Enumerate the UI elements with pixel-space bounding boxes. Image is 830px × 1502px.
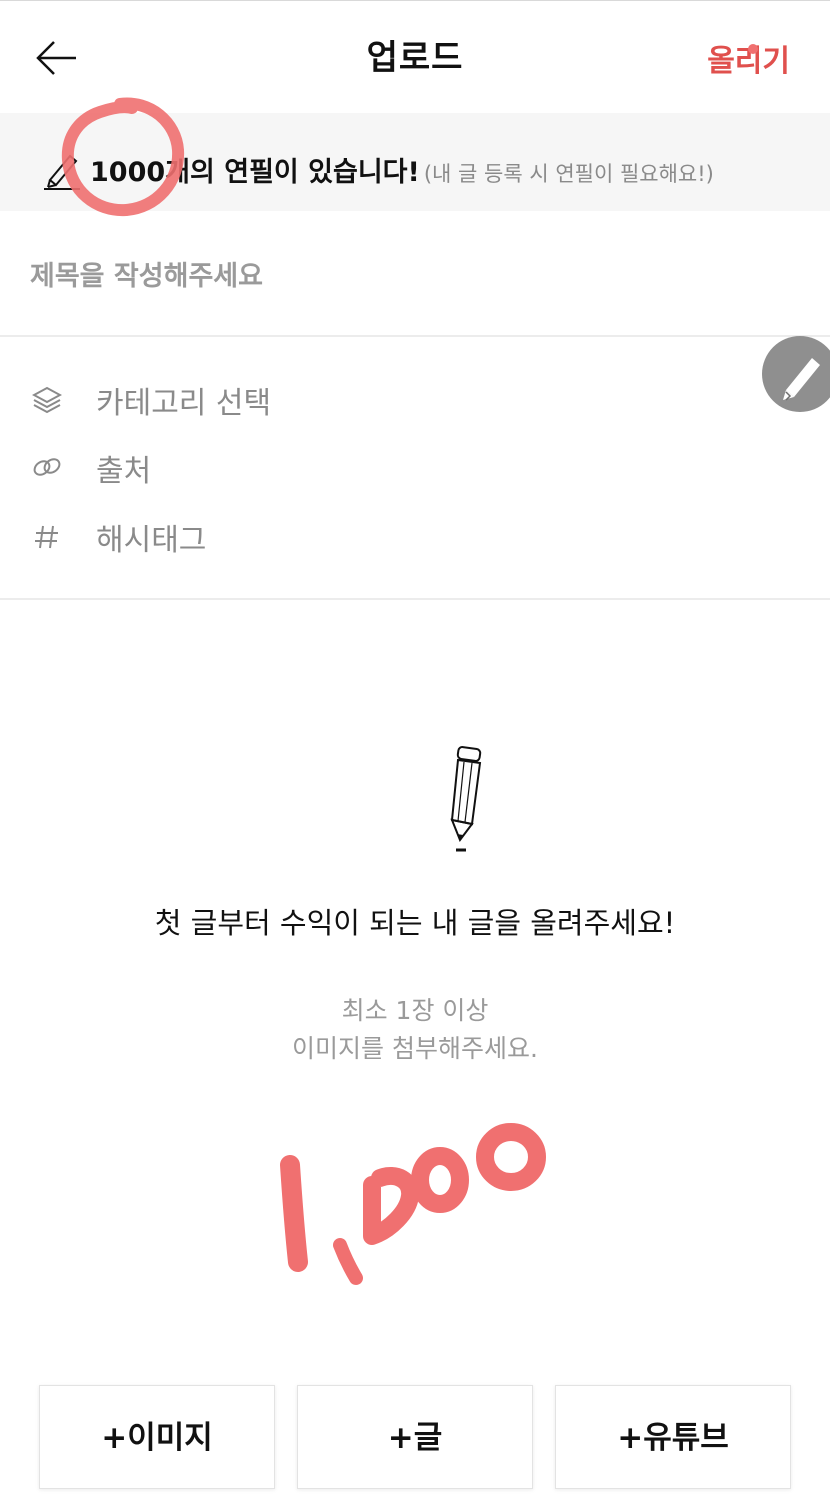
- category-select[interactable]: 카테고리 선택: [0, 370, 760, 430]
- title-input[interactable]: [30, 250, 730, 302]
- pencil-icon: [42, 150, 82, 190]
- empty-state-line1: 최소 1장 이상: [341, 996, 489, 1025]
- link-icon: [32, 450, 62, 484]
- layers-icon: [31, 382, 63, 416]
- pencil-count-text: 1000개의 연필이 있습니다! (내 글 등록 시 연필이 필요해요!): [90, 150, 714, 189]
- divider: [0, 598, 830, 600]
- hashtag-label: 해시태그: [96, 523, 207, 558]
- page-title: 업로드: [366, 38, 464, 78]
- edit-pencil-icon: [783, 358, 820, 401]
- add-youtube-button[interactable]: +유튜브: [555, 1385, 791, 1489]
- add-text-button[interactable]: +글: [297, 1385, 533, 1489]
- add-image-button[interactable]: +이미지: [39, 1385, 275, 1489]
- divider: [0, 335, 830, 337]
- source-label: 출처: [96, 454, 152, 489]
- pencil-hint: (내 글 등록 시 연필이 필요해요!): [423, 162, 714, 186]
- pencil-count: 1000개의 연필이 있습니다!: [90, 157, 420, 188]
- pencil-illustration-icon: [440, 742, 490, 857]
- empty-state-line2: 이미지를 첨부해주세요.: [292, 1034, 538, 1063]
- source-field[interactable]: 출처: [0, 438, 760, 498]
- post-button[interactable]: 올리기: [707, 36, 790, 80]
- hashtag-icon: [32, 519, 62, 553]
- empty-state-headline: 첫 글부터 수익이 되는 내 글을 올려주세요!: [154, 906, 676, 940]
- category-label: 카테고리 선택: [96, 386, 272, 421]
- floating-edit-button[interactable]: [762, 336, 830, 412]
- hashtag-field[interactable]: 해시태그: [0, 507, 760, 567]
- empty-state-subtext: 최소 1장 이상 이미지를 첨부해주세요.: [0, 992, 830, 1068]
- handwritten-annotation: [61, 44, 758, 1285]
